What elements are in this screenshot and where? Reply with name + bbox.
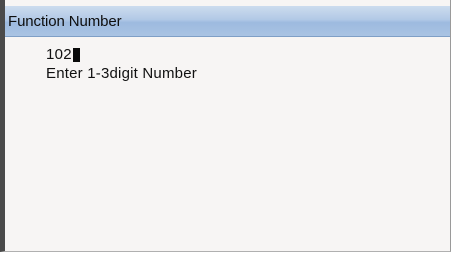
entry-prompt: Enter 1-3digit Number — [46, 65, 197, 82]
title-bar: Function Number — [5, 6, 450, 37]
number-input[interactable]: 102 — [46, 44, 197, 64]
entry-panel: 102 Enter 1-3digit Number — [46, 44, 197, 83]
number-input-value: 102 — [46, 45, 72, 63]
function-number-window: Function Number 102 Enter 1-3digit Numbe… — [0, 0, 451, 252]
window-title: Function Number — [8, 12, 122, 30]
text-cursor — [72, 47, 80, 62]
